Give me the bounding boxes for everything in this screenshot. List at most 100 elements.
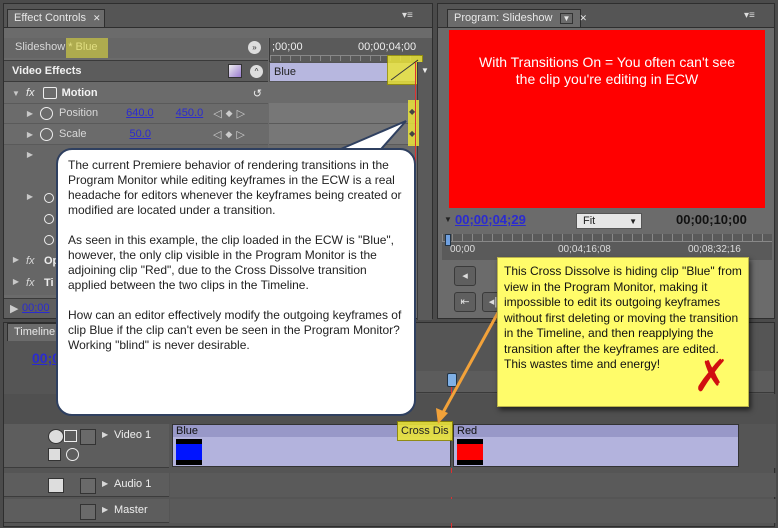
motion-label: Motion — [61, 87, 98, 99]
add-keyframe-scale-icon[interactable]: ◆ — [225, 129, 232, 140]
clip-red-titlebar — [454, 425, 738, 437]
video-effects-header: Video Effects ^ — [4, 60, 268, 82]
timeline-playhead-marker[interactable] — [447, 373, 457, 387]
position-y-value[interactable]: 450.0 — [176, 107, 204, 119]
master-track — [170, 499, 776, 523]
ecw-scrollbar[interactable]: ▼ — [417, 62, 432, 320]
master-track-header: ▶ Master — [4, 499, 169, 523]
expand-motion-icon[interactable]: ▼ — [10, 89, 22, 98]
scroll-up-icon[interactable]: ▼ — [418, 66, 432, 75]
position-keyframe-track[interactable] — [269, 103, 417, 124]
stopwatch-3-icon[interactable] — [44, 214, 54, 224]
expand-position-icon[interactable]: ▶ — [24, 109, 36, 118]
fx-time-icon: fx — [26, 277, 35, 289]
audio-speaker-icon[interactable] — [48, 478, 64, 493]
stopwatch-icon[interactable] — [40, 106, 53, 120]
program-go-to-in-button[interactable]: ⇤ — [454, 292, 476, 312]
tab-effect-controls-label: Effect Controls — [14, 12, 86, 24]
expand-scale-icon[interactable]: ▶ — [24, 130, 36, 139]
tab-effect-controls[interactable]: Effect Controls ✕ — [7, 9, 105, 27]
stopwatch-4-icon[interactable] — [44, 235, 54, 245]
fx-opacity-icon: fx — [26, 255, 35, 267]
clip-red[interactable]: Red — [453, 424, 739, 467]
tab-timeline[interactable]: Timeline — [7, 323, 61, 341]
transition-label: Cross Dis — [401, 425, 449, 437]
position-row: ▶ Position 640.0 450.0 ◁ ◆ ▷ — [4, 103, 268, 124]
audio-track-label: Audio 1 — [114, 478, 152, 490]
close-icon[interactable]: ✕ — [93, 13, 101, 23]
scale-keyframe-track[interactable] — [269, 124, 417, 145]
master-track-label: Master — [114, 504, 148, 516]
audio-lock-icon[interactable] — [80, 478, 96, 494]
expand-audio-track-icon[interactable]: ▶ — [102, 479, 108, 488]
video-track-display-icon[interactable] — [48, 448, 61, 461]
video-track-label: Video 1 — [114, 429, 152, 441]
tab-program-slideshow[interactable]: Program: Slideshow ▼ ✕ — [447, 9, 587, 27]
effect-thumbnail-icon — [228, 64, 242, 78]
clip-red-label: Red — [457, 425, 478, 437]
reset-icon[interactable]: ↺ — [253, 87, 262, 100]
sequence-dropdown-icon[interactable]: ▼ — [559, 13, 574, 24]
scale-label: Scale — [59, 128, 87, 140]
program-close-icon[interactable]: ✕ — [579, 13, 587, 23]
program-ruler-ticks — [442, 234, 772, 242]
scale-value[interactable]: 50.0 — [130, 128, 151, 140]
show-hide-timeline-button[interactable]: » — [248, 41, 261, 54]
clip-red-thumbnail — [457, 439, 483, 465]
video-track-eye-icon[interactable] — [48, 429, 64, 444]
program-playhead[interactable] — [445, 234, 451, 246]
prev-keyframe-icon[interactable]: ◁ — [213, 107, 221, 120]
program-step-back-button[interactable]: ◂ — [454, 266, 476, 286]
ecw-ruler-start: ;00;00 — [272, 41, 303, 53]
expand-time-remap-icon[interactable]: ▶ — [10, 277, 22, 286]
program-current-time[interactable]: 00;00;04;29 — [455, 212, 526, 227]
expand-row-icon[interactable]: ▶ — [24, 150, 36, 159]
tab-program-label: Program: Slideshow — [454, 12, 553, 24]
stopwatch-2-icon[interactable] — [44, 193, 54, 203]
motion-row[interactable]: ▼ fx Motion ↺ — [4, 83, 268, 104]
fit-dropdown[interactable]: Fit ▼ — [576, 213, 642, 229]
add-keyframe-icon[interactable]: ◆ — [226, 108, 233, 119]
video-track-film-icon[interactable] — [64, 430, 77, 442]
prev-keyframe-scale-icon[interactable]: ◁ — [213, 128, 221, 141]
program-menu-icon[interactable]: ▾≡ — [744, 10, 755, 21]
program-duration: 00;00;10;00 — [676, 212, 747, 227]
opacity-row: ▶ fx Op — [4, 251, 64, 271]
ecw-clip-bar-label: Blue — [274, 66, 297, 78]
fit-dropdown-icon: ▼ — [629, 217, 637, 226]
video-1-track-header: ▶ Video 1 — [4, 424, 169, 468]
motion-icon — [42, 87, 57, 99]
position-x-value[interactable]: 640.0 — [126, 107, 154, 119]
effect-controls-tabbar: Effect Controls ✕ ▾≡ — [4, 4, 432, 28]
program-video-frame[interactable]: With Transitions On = You often can't se… — [449, 30, 765, 208]
clip-name-row: Slideshow * Blue » — [4, 38, 268, 58]
next-keyframe-scale-icon[interactable]: ▷ — [236, 128, 244, 141]
audio-1-track — [170, 473, 776, 497]
tab-timeline-label: Timeline — [14, 326, 56, 338]
scale-row: ▶ Scale 50.0 ◁ ◆ ▷ — [4, 124, 268, 145]
clip-name-highlight — [66, 38, 108, 58]
program-ruler-end: 00;08;32;16 — [688, 244, 741, 255]
next-keyframe-icon[interactable]: ▷ — [237, 107, 245, 120]
expand-video-track-icon[interactable]: ▶ — [102, 430, 108, 439]
clip-blue-label: Blue — [176, 425, 199, 437]
program-ruler-start: 00;00 — [450, 244, 476, 255]
stopwatch-scale-icon[interactable] — [40, 127, 53, 141]
video-track-lock-icon[interactable] — [80, 429, 96, 445]
clip-blue-thumbnail — [176, 439, 202, 465]
program-overlay-text: With Transitions On = You often can't se… — [479, 54, 735, 87]
video-track-keyframe-icon[interactable] — [66, 448, 79, 461]
expand-master-track-icon[interactable]: ▶ — [102, 505, 108, 514]
expand-row-2-icon[interactable]: ▶ — [24, 192, 36, 201]
master-lock-icon[interactable] — [80, 504, 96, 520]
expand-opacity-icon[interactable]: ▶ — [10, 255, 22, 264]
panel-menu-icon[interactable]: ▾≡ — [402, 10, 413, 21]
time-remap-label: Ti — [44, 277, 54, 289]
explanation-callout: The current Premiere behavior of renderi… — [56, 148, 416, 416]
ecw-current-time[interactable]: 00;00 — [22, 302, 50, 314]
red-x-icon: ✗ — [693, 352, 730, 401]
collapse-icon[interactable]: ^ — [250, 65, 263, 78]
program-ruler-mid: 00;04;16;08 — [558, 244, 611, 255]
fit-label: Fit — [583, 215, 596, 227]
cross-dissolve-transition[interactable]: Cross Dis — [397, 421, 453, 441]
